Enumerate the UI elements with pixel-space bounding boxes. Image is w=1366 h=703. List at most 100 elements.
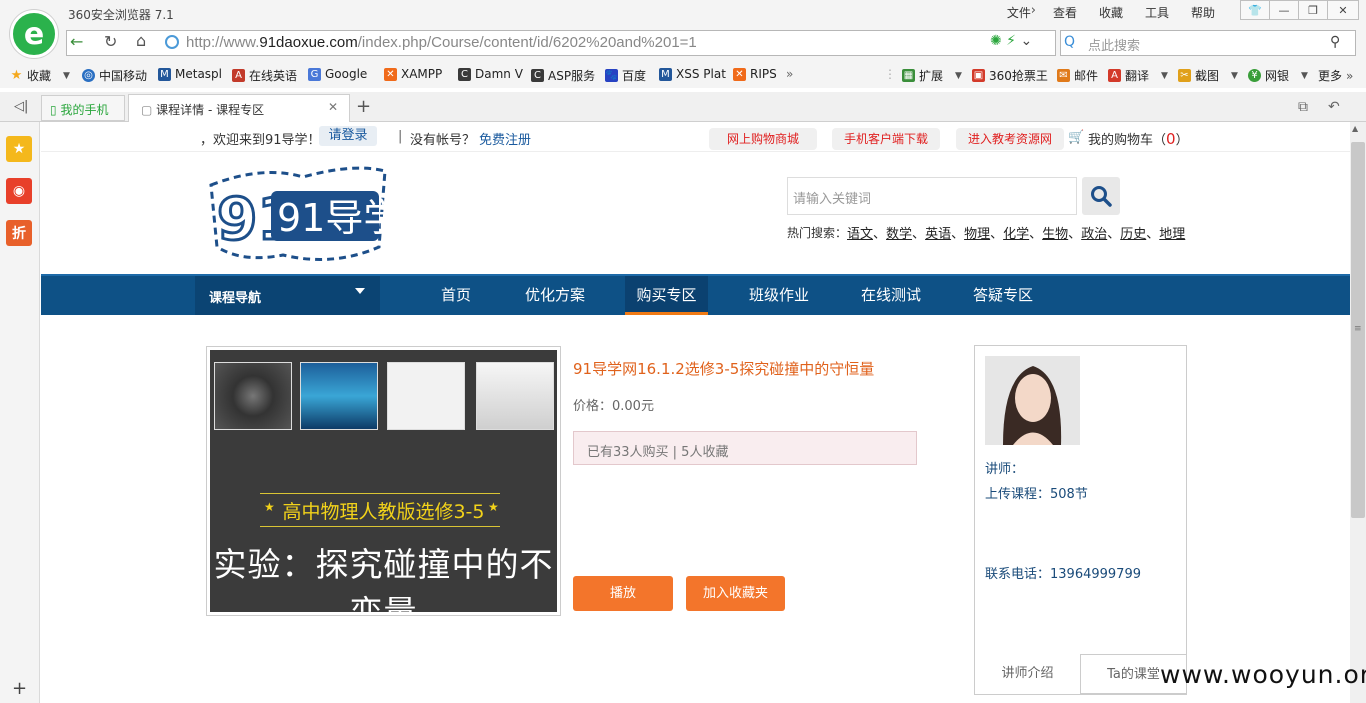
hot-link-politics[interactable]: 政治: [1081, 223, 1107, 242]
bookmark-metasploit[interactable]: M Metaspl: [158, 67, 222, 81]
shop-mall-link[interactable]: 网上购物商城: [709, 128, 817, 150]
hot-link-history[interactable]: 历史: [1120, 223, 1146, 242]
site-logo[interactable]: 91 91导学: [203, 163, 401, 263]
divider: [260, 493, 500, 494]
bookmark-google[interactable]: G Google: [308, 67, 367, 81]
skin-icon[interactable]: 👕: [1240, 0, 1270, 20]
bookmark-china-mobile[interactable]: ◎ 中国移动: [82, 67, 147, 84]
course-nav-dropdown[interactable]: 课程导航: [195, 276, 380, 315]
url-text[interactable]: http://www.91daoxue.com/index.php/Course…: [186, 34, 697, 51]
cart-icon[interactable]: 🛒: [1068, 130, 1084, 145]
tab-close-icon[interactable]: ✕: [328, 100, 338, 114]
weibo-icon[interactable]: ◉: [6, 178, 32, 204]
register-link[interactable]: 免费注册: [479, 129, 531, 148]
hot-search-links: 语文、 数学、 英语、 物理、 化学、 生物、 政治、 历史、 地理: [847, 223, 1185, 242]
metasploit-icon: M: [158, 67, 171, 81]
site-globe-icon: [165, 35, 179, 49]
hot-link-physics[interactable]: 物理: [964, 223, 990, 242]
keyword-search-button[interactable]: [1082, 177, 1120, 215]
hot-link-math[interactable]: 数学: [886, 223, 912, 242]
add-favorite-button[interactable]: 加入收藏夹: [686, 576, 785, 611]
security-shield-icon[interactable]: ✺ ⚡ ⌄: [990, 33, 1032, 49]
star-icon: ★: [10, 68, 23, 83]
minimize-button[interactable]: —: [1269, 0, 1299, 20]
undo-close-icon[interactable]: ↶: [1328, 99, 1340, 115]
bookmark-asp[interactable]: C ASP服务: [531, 67, 595, 84]
hot-link-chinese[interactable]: 语文: [847, 223, 873, 242]
menu-bar: 文件 查看 收藏 工具 帮助: [996, 4, 1226, 21]
reload-icon[interactable]: ↻: [104, 32, 117, 51]
back-arrow-icon[interactable]: ←: [70, 32, 83, 51]
scroll-up-icon[interactable]: ▲: [1352, 124, 1358, 133]
nav-purchase[interactable]: 购买专区: [625, 276, 708, 315]
toolbar-grip-icon: ⋮: [884, 67, 896, 81]
home-icon[interactable]: ⌂: [136, 31, 146, 50]
bookmark-xss[interactable]: M XSS Plat: [659, 67, 726, 81]
toolbar-extensions[interactable]: ▦ 扩展 ▼: [902, 67, 962, 84]
sidebar-add-icon[interactable]: +: [12, 678, 27, 699]
divider: [260, 526, 500, 527]
menu-view[interactable]: 查看: [1042, 4, 1088, 21]
nav-optimize[interactable]: 优化方案: [512, 276, 598, 315]
bookmark-xampp[interactable]: ✕ XAMPP: [384, 67, 442, 81]
toolbar-mail[interactable]: ✉ 邮件: [1057, 67, 1098, 84]
bookmark-favorites[interactable]: ★ 收藏 ▼: [10, 67, 70, 84]
teacher-phone: 联系电话：13964999799: [985, 567, 1141, 582]
login-button[interactable]: 请登录: [319, 126, 377, 146]
hot-link-biology[interactable]: 生物: [1042, 223, 1068, 242]
nav-class-homework[interactable]: 班级作业: [736, 276, 822, 315]
menu-file[interactable]: 文件: [996, 4, 1042, 21]
hot-link-geography[interactable]: 地理: [1159, 223, 1185, 242]
nav-qa[interactable]: 答疑专区: [960, 276, 1046, 315]
cart-link[interactable]: 我的购物车（0）: [1088, 129, 1189, 148]
magnifier-icon[interactable]: ⚲: [1330, 34, 1340, 50]
browser-logo-icon[interactable]: e: [10, 10, 58, 58]
hot-link-chemistry[interactable]: 化学: [1003, 223, 1029, 242]
translate-icon: A: [1108, 69, 1121, 82]
nav-home[interactable]: 首页: [425, 276, 487, 315]
tab-course-detail[interactable]: ▢ 课程详情 - 课程专区: [128, 94, 350, 122]
bookmark-rips[interactable]: ✕ RIPS: [733, 67, 777, 81]
mobile-client-link[interactable]: 手机客户端下载: [832, 128, 940, 150]
bookmark-baidu[interactable]: 🐾 百度: [605, 67, 646, 84]
tab-teacher-intro[interactable]: 讲师介绍: [975, 654, 1080, 694]
bookmark-dvwa[interactable]: C Damn V: [458, 67, 523, 81]
new-tab-icon[interactable]: +: [356, 96, 371, 117]
screenshot-icon: ✂: [1178, 69, 1191, 82]
english-icon: A: [232, 69, 245, 82]
resource-site-link[interactable]: 进入教考资源网: [956, 128, 1064, 150]
tab-list-icon[interactable]: ⧉: [1298, 99, 1308, 115]
menu-favorites[interactable]: 收藏: [1088, 4, 1134, 21]
welcome-text: ，欢迎来到91导学！: [200, 133, 321, 148]
bookmark-english[interactable]: A 在线英语: [232, 67, 297, 84]
menu-help[interactable]: 帮助: [1180, 4, 1226, 21]
asp-icon: C: [531, 69, 544, 82]
discount-icon[interactable]: 折: [6, 220, 32, 246]
favorites-star-icon[interactable]: ★: [6, 136, 32, 162]
devices-thumbnail: [387, 362, 465, 430]
dvwa-icon: C: [458, 67, 471, 81]
course-stats: 已有33人购买 | 5人收藏: [573, 431, 917, 465]
tab-my-phone[interactable]: ▯ 我的手机: [41, 95, 125, 121]
course-image-frame[interactable]: ★ 高中物理人教版选修3-5 ★ 实验：探究碰撞中的不变量: [206, 346, 561, 616]
play-button[interactable]: 播放: [573, 576, 673, 611]
hot-link-english[interactable]: 英语: [925, 223, 951, 242]
search-icon: [1091, 186, 1112, 207]
left-sidebar: [0, 122, 40, 703]
bookmarks-overflow-icon[interactable]: »: [786, 67, 793, 81]
close-button[interactable]: ✕: [1327, 0, 1359, 20]
search-engine-icon[interactable]: Q: [1064, 34, 1075, 50]
maximize-button[interactable]: ❐: [1298, 0, 1328, 20]
toolbar-more[interactable]: 更多»: [1318, 67, 1353, 84]
teacher-label: 讲师：: [985, 462, 1025, 477]
toolbar-translate[interactable]: A 翻译 ▼: [1108, 67, 1168, 84]
toolbar-screenshot[interactable]: ✂ 截图 ▼: [1178, 67, 1238, 84]
sidebar-toggle-icon[interactable]: ◁|: [14, 99, 28, 114]
toolbar-ticket[interactable]: ▣ 360抢票王: [972, 67, 1048, 84]
toolbar-bank[interactable]: ¥ 网银 ▼: [1248, 67, 1308, 84]
star-icon: ★: [488, 500, 499, 514]
xampp-icon: ✕: [384, 67, 397, 81]
nav-online-test[interactable]: 在线测试: [848, 276, 934, 315]
menu-tools[interactable]: 工具: [1134, 4, 1180, 21]
image-subtitle: 高中物理人教版选修3-5: [282, 501, 485, 523]
